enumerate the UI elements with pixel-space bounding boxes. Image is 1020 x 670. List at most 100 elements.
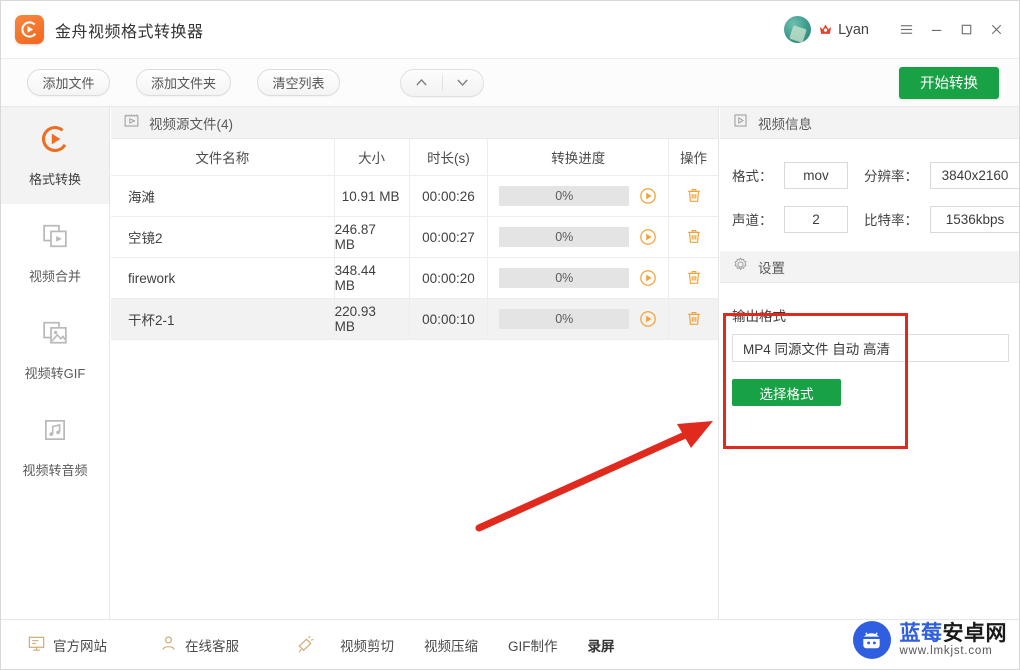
cell-file-size: 246.87 MB xyxy=(335,217,410,257)
play-icon[interactable] xyxy=(639,310,657,328)
add-folder-button[interactable]: 添加文件夹 xyxy=(136,69,232,96)
sidebar-item-label: 视频转音频 xyxy=(22,463,88,478)
output-format-group: 输出格式 MP4 同源文件 自动 高清 选择格式 xyxy=(720,283,1019,406)
menu-icon[interactable] xyxy=(891,15,921,45)
format-convert-icon xyxy=(39,123,71,160)
cell-file-size: 10.91 MB xyxy=(335,176,410,216)
sidebar: 格式转换 视频合并 视频转GIF 视频转音频 xyxy=(1,107,110,619)
online-support-label: 在线客服 xyxy=(185,638,239,654)
film-icon xyxy=(123,112,140,134)
cell-file-size: 348.44 MB xyxy=(335,258,410,298)
output-format-label: 输出格式 xyxy=(732,309,786,324)
sidebar-item-video-to-gif[interactable]: 视频转GIF xyxy=(1,301,109,398)
resolution-label: 分辨率： xyxy=(864,169,918,184)
play-icon[interactable] xyxy=(639,269,657,287)
watermark-name-part1: 蓝莓 xyxy=(899,621,943,645)
progress-value: 0% xyxy=(555,312,574,326)
bitrate-value: 1536kbps xyxy=(930,205,1019,233)
clear-list-button[interactable]: 清空列表 xyxy=(257,69,341,96)
application-window: 金舟视频格式转换器 Lyan 添加文件 添加文件夹 清空列表 开始转换 格式转换… xyxy=(0,0,1020,670)
video-info-title: 视频信息 xyxy=(758,116,812,132)
online-support-link[interactable]: 在线客服 xyxy=(159,634,239,656)
minimize-icon[interactable] xyxy=(921,15,951,45)
video-to-audio-icon xyxy=(39,414,71,451)
sidebar-item-video-to-audio[interactable]: 视频转音频 xyxy=(1,398,109,495)
sidebar-item-label: 视频转GIF xyxy=(24,366,86,381)
cell-file-name: firework xyxy=(111,258,335,298)
cell-action xyxy=(669,176,718,216)
cell-file-name: 干杯2-1 xyxy=(111,299,335,339)
table-row[interactable]: 干杯2-1 220.93 MB 00:00:10 0% xyxy=(111,299,718,340)
megaphone-icon xyxy=(295,634,316,655)
video-to-gif-icon xyxy=(39,317,71,354)
cell-duration: 00:00:27 xyxy=(410,217,489,257)
move-up-button[interactable] xyxy=(401,70,442,96)
column-header-name: 文件名称 xyxy=(111,139,335,175)
title-bar: 金舟视频格式转换器 Lyan xyxy=(1,1,1019,59)
avatar[interactable] xyxy=(784,16,812,43)
cell-progress: 0% xyxy=(488,258,670,298)
column-header-action: 操作 xyxy=(680,151,708,166)
video-info-header: 视频信息 xyxy=(720,107,1019,139)
choose-format-button[interactable]: 选择格式 xyxy=(732,379,841,406)
channel-value: 2 xyxy=(784,205,848,233)
video-info-row-2: 声道： 2 比特率： 1536kbps xyxy=(720,197,1019,241)
start-convert-button[interactable]: 开始转换 xyxy=(899,66,999,99)
monitor-icon xyxy=(27,634,46,656)
bitrate-label: 比特率： xyxy=(864,213,918,228)
window-controls xyxy=(891,15,1011,45)
video-info-row-1: 格式： mov 分辨率： 3840x2160 xyxy=(720,153,1019,197)
cell-file-size: 220.93 MB xyxy=(335,299,410,339)
watermark-texts: 蓝莓安卓网 www.lmkjst.com xyxy=(899,621,1008,657)
format-value: mov xyxy=(784,161,848,189)
toolbar: 添加文件 添加文件夹 清空列表 开始转换 xyxy=(1,59,1019,107)
table-row[interactable]: 海滩 10.91 MB 00:00:26 0% xyxy=(111,176,718,217)
table-header: 文件名称 大小 时长(s) 转换进度 操作 xyxy=(111,139,718,176)
cell-file-name: 空镜2 xyxy=(111,217,335,257)
progress-bar: 0% xyxy=(499,227,630,247)
watermark: 蓝莓安卓网 www.lmkjst.com xyxy=(852,621,1008,659)
sidebar-item-format-convert[interactable]: 格式转换 xyxy=(1,107,109,204)
sidebar-item-label: 视频合并 xyxy=(28,269,81,284)
move-buttons-group xyxy=(400,68,485,97)
play-icon[interactable] xyxy=(639,228,657,246)
channel-label: 声道： xyxy=(732,213,773,228)
tool-link-screen-record[interactable]: 录屏 xyxy=(588,635,615,655)
vip-crown-icon xyxy=(818,22,833,37)
cell-progress: 0% xyxy=(488,217,670,257)
cell-file-name: 海滩 xyxy=(111,176,335,216)
tool-link-video-cut[interactable]: 视频剪切 xyxy=(340,635,394,655)
cell-progress: 0% xyxy=(488,176,670,216)
official-website-link[interactable]: 官方网站 xyxy=(27,634,107,656)
cell-action xyxy=(669,258,718,298)
column-header-progress: 转换进度 xyxy=(488,139,670,175)
move-down-button[interactable] xyxy=(443,70,484,96)
settings-title: 设置 xyxy=(758,260,785,276)
trash-icon[interactable] xyxy=(685,268,703,289)
add-file-button[interactable]: 添加文件 xyxy=(27,69,110,96)
app-title: 金舟视频格式转换器 xyxy=(55,23,204,41)
tool-link-video-compress[interactable]: 视频压缩 xyxy=(424,635,478,655)
cell-action xyxy=(669,217,718,257)
trash-icon[interactable] xyxy=(685,227,703,248)
file-list-title: 视频源文件(4) xyxy=(149,116,233,132)
user-name[interactable]: Lyan xyxy=(838,22,869,38)
output-format-input[interactable]: MP4 同源文件 自动 高清 xyxy=(732,334,1009,362)
tool-link-gif-make[interactable]: GIF制作 xyxy=(508,635,558,655)
video-info-icon xyxy=(732,112,749,134)
cell-duration: 00:00:10 xyxy=(410,299,489,339)
cell-action xyxy=(669,299,718,339)
table-row[interactable]: 空镜2 246.87 MB 00:00:27 0% xyxy=(111,217,718,258)
close-icon[interactable] xyxy=(981,15,1011,45)
cell-duration: 00:00:20 xyxy=(410,258,489,298)
trash-icon[interactable] xyxy=(685,309,703,330)
gear-icon xyxy=(732,256,749,278)
progress-bar: 0% xyxy=(499,309,630,329)
title-bar-right: Lyan xyxy=(784,1,1019,58)
sidebar-item-video-merge[interactable]: 视频合并 xyxy=(1,204,109,301)
sidebar-item-label: 格式转换 xyxy=(28,172,81,187)
play-icon[interactable] xyxy=(639,187,657,205)
maximize-icon[interactable] xyxy=(951,15,981,45)
table-row[interactable]: firework 348.44 MB 00:00:20 0% xyxy=(111,258,718,299)
trash-icon[interactable] xyxy=(685,186,703,207)
